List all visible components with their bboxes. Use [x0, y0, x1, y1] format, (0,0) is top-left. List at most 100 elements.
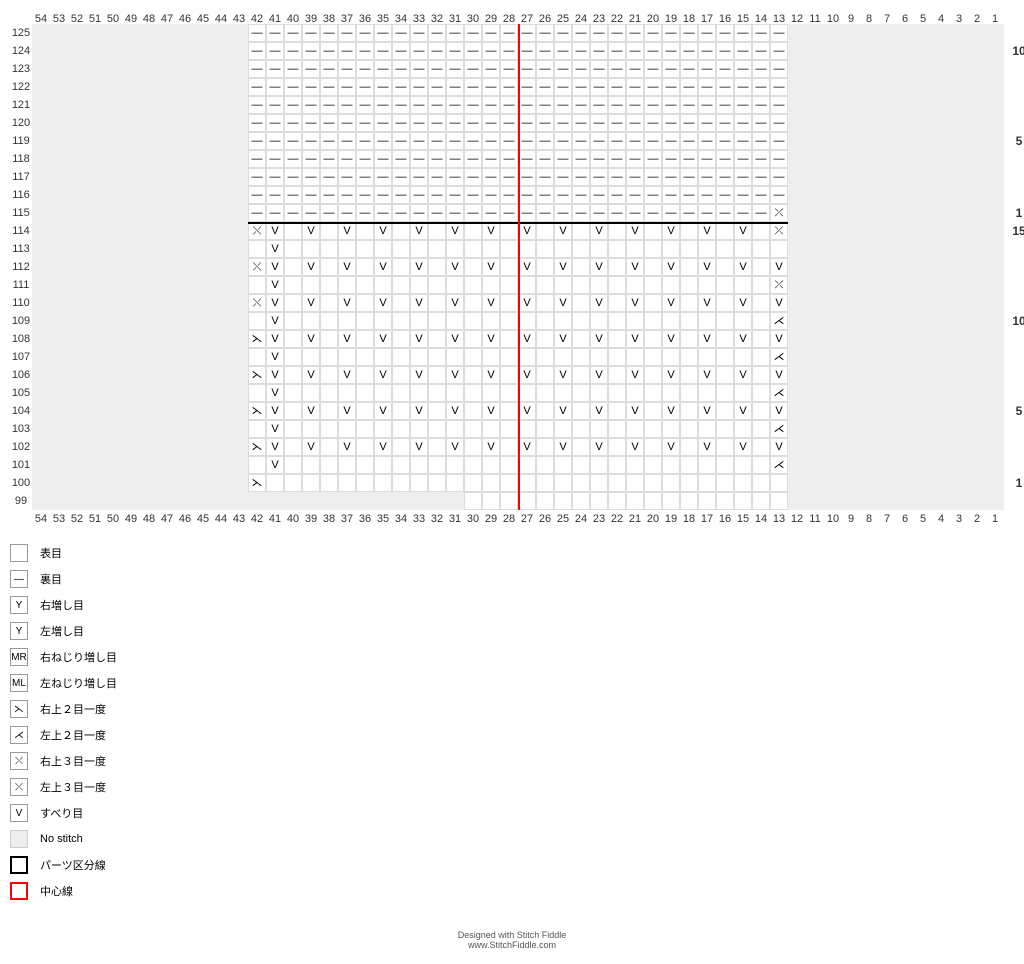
grid-cell: —	[248, 24, 266, 42]
grid-cell	[860, 474, 878, 492]
grid-cell	[482, 240, 500, 258]
grid-cell: —	[482, 42, 500, 60]
grid-cell: —	[374, 168, 392, 186]
grid-cell	[482, 384, 500, 402]
grid-cell: —	[482, 78, 500, 96]
grid-cell	[842, 492, 860, 510]
grid-cell	[500, 366, 518, 384]
grid-cell	[140, 474, 158, 492]
grid-cell	[680, 276, 698, 294]
grid-cell	[212, 42, 230, 60]
legend-row: ⤬右上３目一度	[10, 752, 1014, 770]
grid-cell	[824, 294, 842, 312]
grid-cell	[122, 330, 140, 348]
grid-cell	[86, 42, 104, 60]
grid-cell: V	[482, 330, 500, 348]
grid-cell	[788, 222, 806, 240]
grid-cell	[104, 420, 122, 438]
grid-cell: —	[302, 150, 320, 168]
grid-cell: —	[320, 132, 338, 150]
grid-cell: —	[716, 114, 734, 132]
grid-cell	[140, 258, 158, 276]
grid-cell: —	[284, 96, 302, 114]
grid-cell	[86, 258, 104, 276]
grid-cell	[140, 384, 158, 402]
grid-cell	[428, 240, 446, 258]
grid-cell: V	[662, 366, 680, 384]
grid-cell	[662, 384, 680, 402]
grid-cell	[374, 384, 392, 402]
grid-cell: V	[482, 222, 500, 240]
grid-cell	[230, 330, 248, 348]
grid-cell	[302, 348, 320, 366]
row-header-left: 99	[10, 492, 32, 510]
grid-cell	[716, 258, 734, 276]
grid-cell	[86, 366, 104, 384]
grid-cell	[302, 420, 320, 438]
grid-cell	[158, 186, 176, 204]
grid-cell	[842, 366, 860, 384]
grid-cell: —	[752, 186, 770, 204]
grid-cell	[428, 330, 446, 348]
col-header-bottom: 35	[374, 510, 392, 528]
grid-cell	[194, 24, 212, 42]
grid-cell	[374, 420, 392, 438]
grid-cell	[86, 402, 104, 420]
grid-cell: —	[500, 78, 518, 96]
grid-cell	[140, 312, 158, 330]
grid-cell	[104, 492, 122, 510]
grid-cell	[176, 168, 194, 186]
legend-symbol: ⋌	[10, 726, 28, 744]
grid-cell	[536, 258, 554, 276]
grid-cell	[230, 420, 248, 438]
grid-cell: —	[338, 168, 356, 186]
grid-cell	[68, 240, 86, 258]
grid-cell	[446, 492, 464, 510]
grid-cell	[194, 330, 212, 348]
grid-cell: —	[410, 204, 428, 222]
grid-cell	[734, 240, 752, 258]
grid-cell	[356, 384, 374, 402]
grid-cell	[230, 222, 248, 240]
grid-cell	[860, 492, 878, 510]
grid-cell	[104, 114, 122, 132]
row-header-left: 108	[10, 330, 32, 348]
grid-cell	[716, 348, 734, 366]
grid-cell	[554, 492, 572, 510]
grid-cell: —	[410, 60, 428, 78]
grid-cell	[230, 294, 248, 312]
grid-cell	[788, 384, 806, 402]
grid-cell: —	[698, 42, 716, 60]
grid-cell	[842, 258, 860, 276]
grid-cell: —	[338, 114, 356, 132]
grid-cell: —	[554, 24, 572, 42]
grid-cell	[68, 330, 86, 348]
grid-cell	[968, 96, 986, 114]
row-header-left: 115	[10, 204, 32, 222]
grid-cell	[140, 168, 158, 186]
grid-cell: V	[734, 258, 752, 276]
grid-cell	[356, 258, 374, 276]
grid-cell	[86, 330, 104, 348]
grid-cell: —	[716, 60, 734, 78]
grid-cell	[788, 402, 806, 420]
grid-cell: —	[338, 132, 356, 150]
grid-cell	[950, 474, 968, 492]
side-number	[1004, 78, 1024, 96]
side-number	[1004, 384, 1024, 402]
grid-cell: V	[482, 402, 500, 420]
grid-cell	[716, 384, 734, 402]
grid-cell	[158, 96, 176, 114]
grid-cell: V	[626, 294, 644, 312]
grid-cell	[212, 114, 230, 132]
grid-cell: —	[410, 114, 428, 132]
grid-cell	[428, 492, 446, 510]
grid-cell	[644, 402, 662, 420]
grid-cell	[464, 222, 482, 240]
grid-cell: —	[284, 204, 302, 222]
grid-cell: —	[248, 132, 266, 150]
grid-cell: V	[446, 402, 464, 420]
grid-cell	[896, 186, 914, 204]
grid-cell	[878, 312, 896, 330]
grid-cell	[932, 204, 950, 222]
